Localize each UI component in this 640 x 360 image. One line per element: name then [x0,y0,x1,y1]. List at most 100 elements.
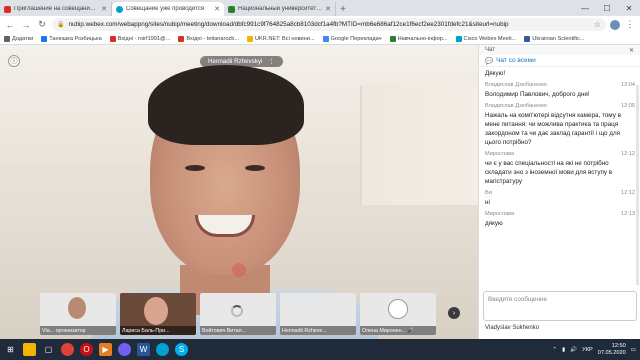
bookmark-label: Cisco Webex Meeti... [463,35,517,42]
browser-tab-0[interactable]: Приглашение на совещание Х ✕ [0,2,112,16]
loading-spinner-icon [231,305,243,317]
word-icon[interactable]: W [137,343,150,356]
bookmark-label: Додатки [12,35,34,42]
bookmark-item[interactable]: UKR.NET: Всі новини... [247,35,315,42]
reload-icon[interactable]: ↻ [36,19,48,30]
tab-favicon-icon [228,5,235,13]
tab-title: Национальный университет био [238,6,323,12]
message-author: Владислав Дзюбаненко [485,103,548,109]
explorer-icon[interactable] [23,343,36,356]
tab-title: Приглашение на совещание Х [14,6,99,12]
forward-icon[interactable]: → [20,20,32,30]
bookmark-item[interactable]: Танюшка Розбицька [41,35,102,42]
browser-tab-1[interactable]: Совещание уже проводится ✕ [112,2,224,16]
tab-close-icon[interactable]: ✕ [325,5,331,13]
message-text: дякую [485,220,503,227]
menu-icon[interactable]: ⋮ [624,19,636,30]
maximize-icon[interactable]: ☐ [596,4,618,13]
system-tray: ⌃ ▮ 🔊 УКР 12:50 07.05.2020 ▭ [552,343,636,357]
chat-message: Владислав Дзюбаненко 12:04 Володимир Павл… [485,82,635,99]
bookmark-item[interactable]: Додатки [4,35,34,42]
task-view-icon[interactable]: ▢ [42,343,55,356]
facebook-icon [41,35,48,42]
chat-compose-input[interactable]: Введите сообщение [483,291,637,321]
bookmark-label: Навчально-інфор... [397,35,448,42]
info-icon[interactable]: ⓘ [8,55,20,67]
browser-tab-2[interactable]: Национальный университет био ✕ [224,2,336,16]
language-indicator[interactable]: УКР [582,347,593,353]
apps-icon [4,35,10,42]
chat-header: Чат ✕ [479,45,640,55]
chat-message: Ви 12:12 ні [485,190,635,207]
message-time: 12:05 [621,103,635,109]
media-player-icon[interactable]: ▶ [99,343,112,356]
speaker-hair [148,65,304,145]
message-text: ні [485,199,490,206]
chat-title: Чат [485,47,495,53]
active-speaker-video[interactable]: ⓘ Hennadii Rzhevskyi ⋮ Vla... организато… [0,45,478,339]
bookmark-item[interactable]: Вхідні - tetianarozb... [178,35,239,42]
chat-scrollbar[interactable] [636,85,639,285]
bookmark-label: UKR.NET: Всі новини... [255,35,315,42]
chrome-icon[interactable] [61,343,74,356]
notifications-icon[interactable]: ▭ [631,347,636,353]
active-speaker-label: Hennadii Rzhevskyi ⋮ [200,56,283,67]
network-icon[interactable]: ▮ [562,347,565,353]
participant-thumbnail[interactable]: Войтович Витал... [200,293,276,335]
participant-thumbnail[interactable]: Лариса Баль-При... [120,293,196,335]
next-thumbnails-icon[interactable]: › [448,307,460,319]
close-chat-icon[interactable]: ✕ [629,47,634,54]
participant-caption: Лариса Баль-При... [120,326,196,335]
participant-thumbnail[interactable]: Hennadii Rzheve... [280,293,356,335]
tab-close-icon[interactable]: ✕ [101,5,107,13]
bookmark-item[interactable]: Вхідні - roirf1991@... [109,35,170,42]
speaker-eye-left [185,165,205,171]
browser-toolbar: ← → ↻ 🔒 nubip.webex.com/webappng/sites/n… [0,16,640,33]
profile-avatar[interactable] [610,19,620,30]
close-window-icon[interactable]: ✕ [618,4,640,13]
windows-start-icon[interactable]: ⊞ [4,343,17,356]
volume-icon[interactable]: 🔊 [570,347,577,353]
participant-video [68,297,86,319]
participant-name: Лариса Баль-При... [122,327,170,334]
window-controls: — ☐ ✕ [574,0,640,16]
bookmark-item[interactable]: Ukrainian Scientific... [524,35,585,42]
chat-message: Мирослава 12:13 дякую [485,211,635,228]
background-wall [360,85,478,205]
bookmark-star-icon[interactable]: ☆ [594,20,601,29]
participant-thumbnail[interactable]: Vla... организатор [40,293,116,335]
opera-icon[interactable]: O [80,343,93,356]
bookmark-item[interactable]: Google Перекладач [322,35,382,42]
participant-name: Vla... [42,327,55,334]
default-avatar-icon [388,299,408,319]
participant-role: организатор [55,327,86,334]
bookmark-label: Google Перекладач [330,35,382,42]
translate-icon [322,35,329,42]
url-text: nubip.webex.com/webappng/sites/nubip/mee… [68,21,509,28]
webex-icon[interactable] [156,343,169,356]
tab-favicon-icon [4,5,11,13]
tab-close-icon[interactable]: ✕ [214,5,220,13]
message-time: 12:12 [621,151,635,157]
skype-icon[interactable]: S [175,343,188,356]
viber-icon[interactable] [118,343,131,356]
participant-caption: Олена Миронен... 🎤 [360,326,436,335]
new-tab-button[interactable]: + [336,2,350,16]
participant-caption: Vla... организатор [40,326,116,335]
bookmark-item[interactable]: Навчально-інфор... [389,35,448,42]
participant-thumbnail[interactable]: Олена Миронен... 🎤 [360,293,436,335]
tray-arrow-icon[interactable]: ⌃ [552,347,557,353]
message-author: Ви [485,190,492,196]
minimize-icon[interactable]: — [574,4,596,13]
clock[interactable]: 12:50 07.05.2020 [598,343,626,357]
webex-icon [455,35,462,42]
lock-icon[interactable]: 🔒 [57,21,64,28]
address-bar[interactable]: 🔒 nubip.webex.com/webappng/sites/nubip/m… [52,18,606,31]
chat-scope[interactable]: 💬 Чат со всеми [479,55,640,67]
university-icon [389,35,396,42]
back-icon[interactable]: ← [4,20,16,30]
chat-sender-name: Vladyslav Sukhenko [485,325,540,331]
bookmark-item[interactable]: Cisco Webex Meeti... [455,35,517,42]
more-icon[interactable]: ⋮ [268,58,274,65]
mail-icon [178,35,185,42]
